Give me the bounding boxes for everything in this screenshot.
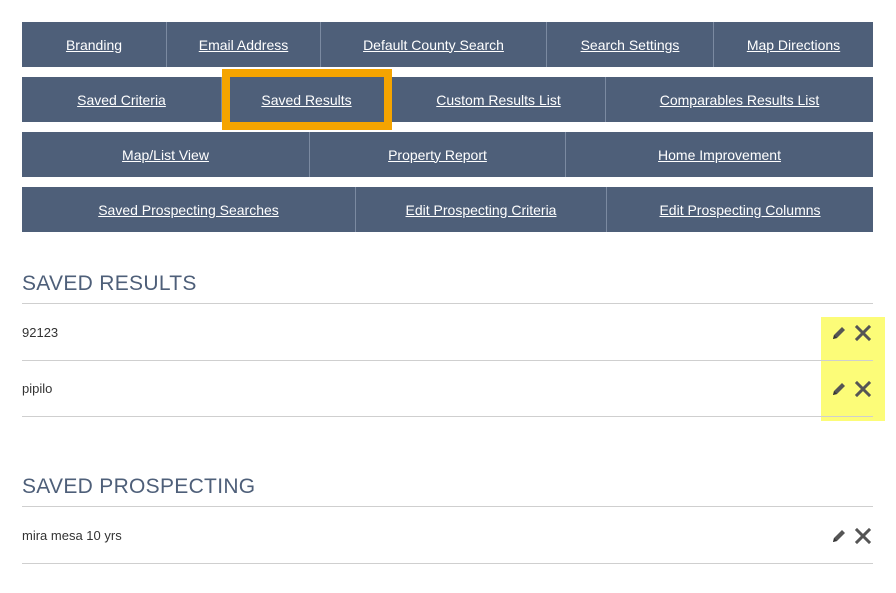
nav-branding-button[interactable]: Branding	[22, 22, 167, 67]
nav-edit-prospecting-criteria-button[interactable]: Edit Prospecting Criteria	[356, 187, 607, 232]
saved-result-label: pipilo	[22, 381, 53, 396]
nav-map-directions-button[interactable]: Map Directions	[714, 22, 873, 67]
row-actions	[830, 324, 873, 342]
pencil-icon[interactable]	[830, 380, 848, 398]
nav-row-1: Branding Email Address Default County Se…	[22, 22, 873, 67]
nav-email-address-button[interactable]: Email Address	[167, 22, 321, 67]
nav-search-settings-button[interactable]: Search Settings	[547, 22, 714, 67]
nav-row-4: Saved Prospecting Searches Edit Prospect…	[22, 187, 873, 232]
saved-prospecting-label: mira mesa 10 yrs	[22, 528, 122, 543]
row-actions	[830, 527, 873, 545]
close-icon[interactable]	[854, 324, 872, 342]
nav-saved-prospecting-searches-button[interactable]: Saved Prospecting Searches	[22, 187, 356, 232]
nav-default-county-search-button[interactable]: Default County Search	[321, 22, 547, 67]
nav-comparables-results-list-button[interactable]: Comparables Results List	[606, 77, 873, 122]
close-icon[interactable]	[854, 527, 872, 545]
nav-row-3: Map/List View Property Report Home Impro…	[22, 132, 873, 177]
nav-home-improvement-button[interactable]: Home Improvement	[566, 132, 873, 177]
nav-map-list-view-button[interactable]: Map/List View	[22, 132, 310, 177]
nav-property-report-button[interactable]: Property Report	[310, 132, 566, 177]
nav-custom-results-list-button[interactable]: Custom Results List	[392, 77, 606, 122]
pencil-icon[interactable]	[830, 527, 848, 545]
saved-prospecting-heading: SAVED PROSPECTING	[22, 475, 873, 507]
nav-edit-prospecting-columns-button[interactable]: Edit Prospecting Columns	[607, 187, 873, 232]
nav-saved-results-button[interactable]: Saved Results	[222, 77, 392, 122]
saved-result-row: 92123	[22, 305, 873, 361]
row-actions	[830, 380, 873, 398]
nav-row-2: Saved Criteria Saved Results Custom Resu…	[22, 77, 873, 122]
nav-saved-criteria-button[interactable]: Saved Criteria	[22, 77, 222, 122]
saved-result-label: 92123	[22, 325, 59, 340]
saved-results-heading: SAVED RESULTS	[22, 272, 873, 304]
pencil-icon[interactable]	[830, 324, 848, 342]
settings-page: Branding Email Address Default County Se…	[0, 0, 896, 593]
close-icon[interactable]	[854, 380, 872, 398]
saved-prospecting-row: mira mesa 10 yrs	[22, 508, 873, 564]
saved-result-row: pipilo	[22, 361, 873, 417]
